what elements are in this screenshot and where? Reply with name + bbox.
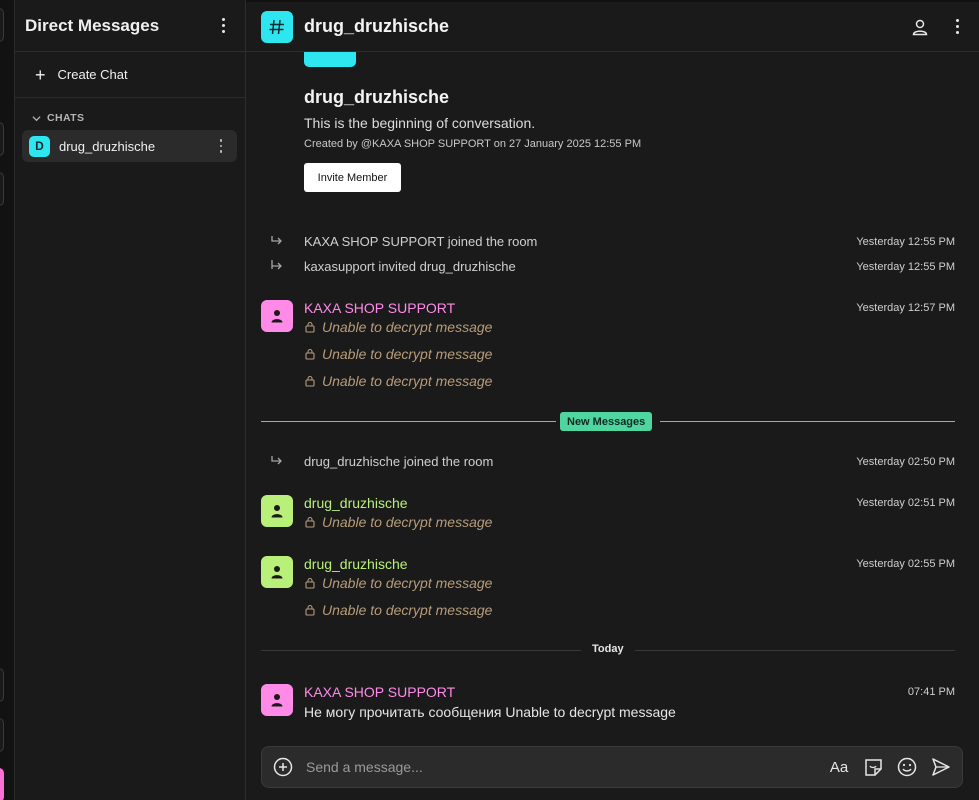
message-body: Unable to decrypt message	[304, 602, 492, 618]
members-icon[interactable]	[909, 16, 931, 38]
membership-event: kaxasupport invited drug_druzhische Yest…	[246, 257, 979, 277]
message-input[interactable]	[306, 759, 828, 775]
room-title: drug_druzhische	[304, 16, 450, 36]
chats-section-toggle[interactable]: CHATS	[15, 98, 245, 124]
event-text: kaxasupport invited drug_druzhische	[304, 259, 516, 274]
event-time: Yesterday 12:55 PM	[856, 236, 955, 248]
today-divider: Today	[261, 641, 955, 661]
message-body: Unable to decrypt message	[304, 346, 492, 362]
room-intro-avatar	[304, 52, 356, 67]
user-avatar-icon[interactable]	[261, 495, 293, 527]
membership-event: KAXA SHOP SUPPORT joined the room Yester…	[246, 232, 979, 252]
create-chat-button[interactable]: + Create Chat	[15, 52, 245, 98]
create-chat-label: Create Chat	[57, 67, 128, 82]
sticker-icon[interactable]	[862, 756, 884, 778]
lock-icon	[305, 516, 315, 528]
membership-event: drug_druzhische joined the room Yesterda…	[246, 452, 979, 472]
message-time: Yesterday 12:57 PM	[856, 302, 955, 314]
user-avatar-icon[interactable]	[261, 684, 293, 716]
plus-icon: +	[35, 64, 46, 85]
chats-section-label: CHATS	[47, 112, 85, 124]
sidebar-header: Direct Messages	[15, 0, 245, 52]
user-avatar-icon[interactable]	[261, 300, 293, 332]
message-body: Unable to decrypt message	[304, 319, 492, 335]
joined-arrow-icon	[271, 456, 282, 465]
message-sender[interactable]: KAXA SHOP SUPPORT	[304, 684, 455, 700]
event-text: KAXA SHOP SUPPORT joined the room	[304, 234, 538, 249]
room-name: drug_druzhische	[59, 138, 156, 154]
user-space-tab[interactable]	[0, 768, 4, 800]
emoji-icon[interactable]	[896, 756, 918, 778]
message-sender[interactable]: drug_druzhische	[304, 556, 408, 572]
sidebar-item-room[interactable]: D drug_druzhische	[22, 130, 237, 162]
event-text: drug_druzhische joined the room	[304, 454, 494, 469]
room-intro-created: Created by @KAXA SHOP SUPPORT on 27 Janu…	[304, 138, 642, 150]
room-header: drug_druzhische	[246, 0, 979, 52]
send-icon[interactable]	[930, 756, 952, 778]
message-time: 07:41 PM	[907, 686, 955, 698]
new-messages-badge: New Messages	[560, 412, 653, 431]
space-tab[interactable]	[0, 718, 4, 752]
today-label: Today	[592, 643, 624, 655]
lock-icon	[305, 348, 315, 360]
event-time: Yesterday 02:50 PM	[856, 456, 955, 468]
invited-arrow-icon	[271, 260, 282, 270]
message-body: Unable to decrypt message	[304, 575, 492, 591]
joined-arrow-icon	[271, 236, 282, 245]
timeline[interactable]: drug_druzhische This is the beginning of…	[246, 52, 979, 742]
sidebar-menu-icon[interactable]	[215, 16, 231, 36]
room-intro-name: drug_druzhische	[304, 87, 450, 107]
room-hash-icon	[261, 10, 293, 43]
sidebar: Direct Messages + Create Chat CHATS D dr…	[15, 0, 246, 800]
room-view: drug_druzhische drug_druzhische This is …	[246, 0, 979, 800]
lock-icon	[305, 375, 315, 387]
message-sender[interactable]: KAXA SHOP SUPPORT	[304, 300, 455, 316]
message-body: Unable to decrypt message	[304, 514, 492, 530]
lock-icon	[305, 604, 315, 616]
text-format-button[interactable]: Aa	[828, 756, 850, 778]
room-intro-description: This is the beginning of conversation.	[304, 115, 536, 131]
room-menu-icon[interactable]	[949, 17, 965, 37]
space-tab[interactable]	[0, 172, 4, 206]
message-sender[interactable]: drug_druzhische	[304, 495, 408, 511]
event-time: Yesterday 12:55 PM	[856, 261, 955, 273]
message-time: Yesterday 02:55 PM	[856, 558, 955, 570]
space-rail	[0, 0, 15, 800]
space-tab[interactable]	[0, 668, 4, 702]
user-avatar-icon[interactable]	[261, 556, 293, 588]
message-composer: Aa	[261, 746, 963, 788]
message-time: Yesterday 02:51 PM	[856, 497, 955, 509]
invite-member-button[interactable]: Invite Member	[304, 163, 401, 192]
lock-icon	[305, 577, 315, 589]
space-tab[interactable]	[0, 122, 4, 156]
space-tab[interactable]	[0, 8, 4, 42]
room-options-icon[interactable]	[213, 136, 229, 156]
attach-plus-icon[interactable]	[272, 756, 294, 778]
sidebar-title: Direct Messages	[25, 15, 160, 35]
room-avatar: D	[29, 135, 50, 157]
chevron-down-icon	[32, 115, 41, 121]
message-body: Unable to decrypt message	[304, 373, 492, 389]
message-body: Не могу прочитать сообщения Unable to de…	[304, 704, 676, 720]
lock-icon	[305, 321, 315, 333]
new-messages-divider: New Messages	[261, 412, 955, 432]
